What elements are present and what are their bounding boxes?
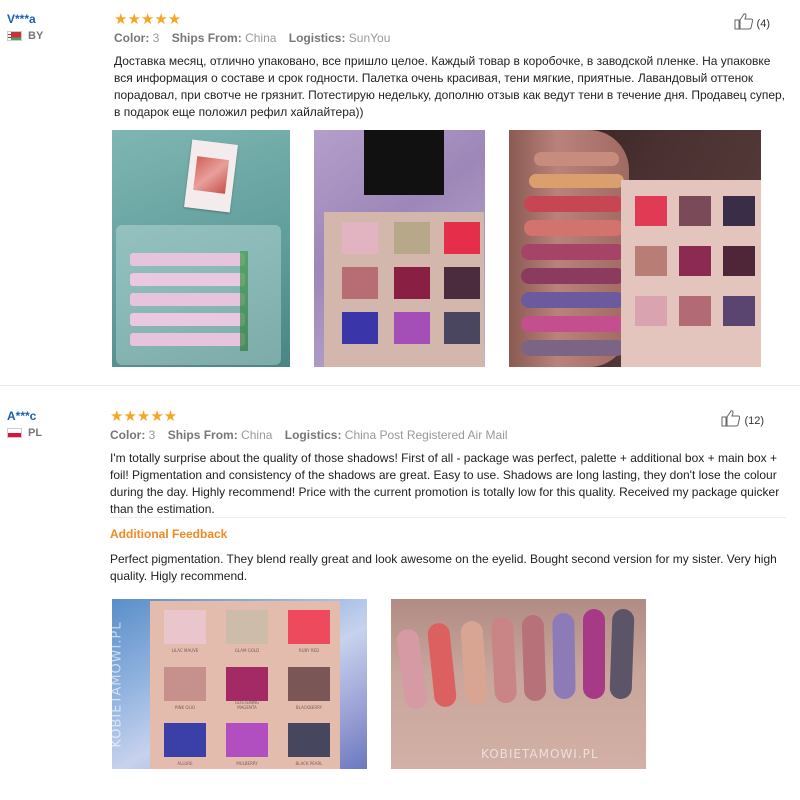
eyeshadow-palette: LILAC MAUVE GLAM GOLD RUBY RED PINK OLIO… (164, 610, 330, 766)
country-code: PL (28, 427, 43, 439)
flag-pl-icon (7, 428, 22, 438)
reviewer-name: V***a (7, 12, 36, 26)
review-2: A***c PL ★★★★★ Color: 3 Ships From: Chin… (0, 385, 800, 800)
review-photo-3[interactable] (509, 130, 761, 367)
helpful-button[interactable]: (4) (734, 12, 770, 30)
review-1: V***a BY ★★★★★ Color: 3 Ships From: Chin… (0, 0, 800, 385)
pan-5: GLISTENING MAGENTA (226, 666, 268, 710)
star-rating: ★★★★★ (114, 11, 182, 28)
helpful-button[interactable]: (12) (721, 409, 764, 427)
helpful-count: (12) (744, 415, 764, 427)
reviewer-country: BY (7, 30, 43, 42)
additional-photos: LILAC MAUVE GLAM GOLD RUBY RED PINK OLIO… (112, 599, 646, 769)
watermark: KOBIETAMOWI.PL (112, 621, 125, 748)
star-rating: ★★★★★ (110, 408, 178, 425)
country-code: BY (28, 30, 44, 42)
additional-photo-2[interactable]: KOBIETAMOWI.PL (391, 599, 646, 769)
pan-3: RUBY RED (288, 610, 330, 653)
review-photos (112, 130, 761, 367)
review-photo-2[interactable] (314, 130, 485, 367)
order-info: Color: 3 Ships From: China Logistics: Su… (114, 31, 391, 45)
reviewer-info: A***c PL (7, 409, 42, 439)
watermark: KOBIETAMOWI.PL (481, 747, 599, 761)
review-photo-1[interactable] (112, 130, 290, 367)
helpful-count: (4) (756, 18, 770, 30)
reviewer-country: PL (7, 427, 42, 439)
pan-9: BLACK PEARL (288, 723, 330, 766)
pan-8: MULBERRY (226, 723, 268, 766)
order-info: Color: 3 Ships From: China Logistics: Ch… (110, 428, 508, 442)
additional-feedback-text: Perfect pigmentation. They blend really … (110, 552, 777, 583)
thumbs-up-icon (721, 410, 741, 427)
flag-by-icon (7, 31, 22, 41)
pan-1: LILAC MAUVE (164, 610, 206, 653)
thumbs-up-icon (734, 13, 753, 30)
review-body: ★★★★★ Color: 3 Ships From: China Logisti… (114, 12, 786, 121)
reviewer-info: V***a BY (7, 12, 43, 42)
pan-6: BLACKBERRY (288, 666, 330, 710)
pan-7: ALLURE (164, 723, 206, 766)
additional-photo-1[interactable]: LILAC MAUVE GLAM GOLD RUBY RED PINK OLIO… (112, 599, 367, 769)
review-body: ★★★★★ Color: 3 Ships From: China Logisti… (110, 409, 782, 518)
divider (110, 517, 786, 518)
pan-2: GLAM GOLD (226, 610, 268, 653)
additional-feedback-title: Additional Feedback (110, 527, 228, 541)
review-text: I'm totally surprise about the quality o… (110, 451, 780, 516)
reviewer-name: A***c (7, 409, 37, 423)
pan-4: PINK OLIO (164, 666, 206, 710)
review-text: Доставка месяц, отлично упаковано, все п… (114, 54, 786, 119)
